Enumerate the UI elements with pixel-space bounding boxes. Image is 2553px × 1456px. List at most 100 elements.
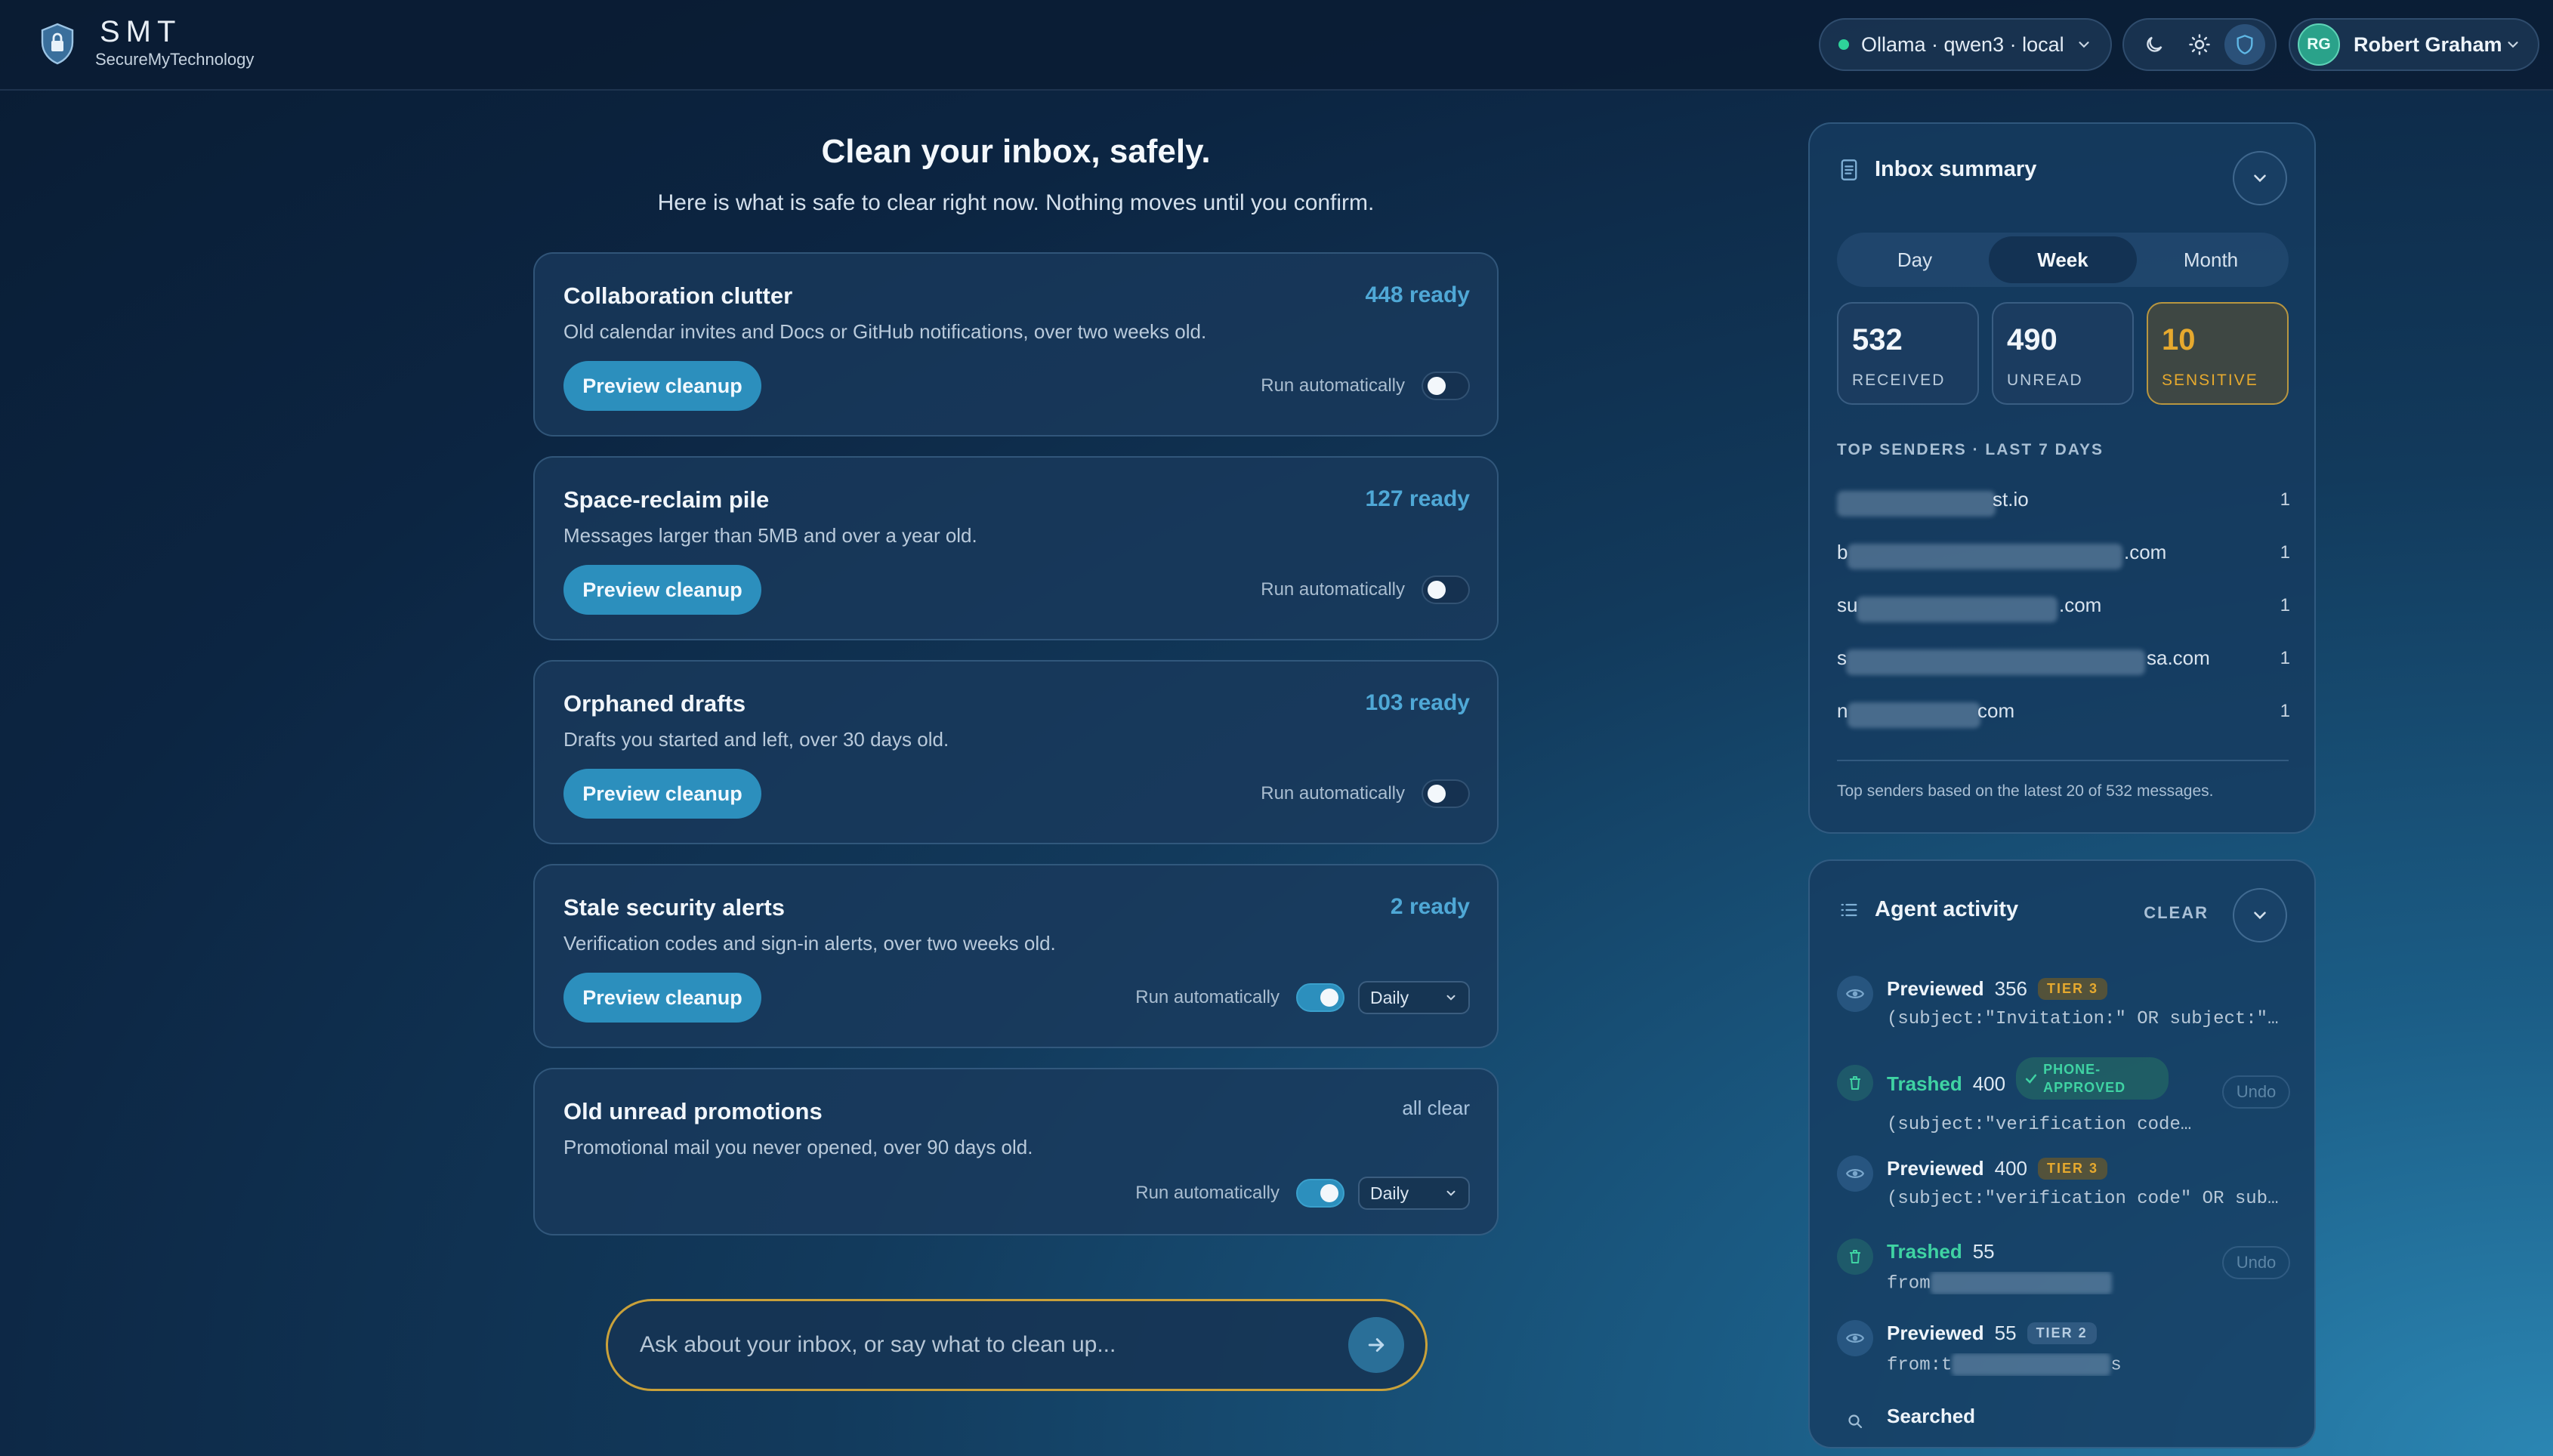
shield-lock-icon bbox=[41, 23, 74, 65]
frequency-select[interactable]: Daily bbox=[1358, 981, 1470, 1014]
activity-count: 400 bbox=[1994, 1157, 2028, 1180]
activity-count: 400 bbox=[1972, 1072, 2006, 1095]
card-description: Drafts you started and left, over 30 day… bbox=[563, 728, 949, 751]
auto-run-label: Run automatically bbox=[1135, 1183, 1280, 1203]
stat-received: 532 RECEIVED bbox=[1837, 302, 1979, 405]
preview-cleanup-button[interactable]: Preview cleanup bbox=[563, 565, 761, 615]
stat-value: 532 bbox=[1852, 323, 1903, 356]
tab-day[interactable]: Day bbox=[1841, 236, 1989, 283]
preview-cleanup-button[interactable]: Preview cleanup bbox=[563, 973, 761, 1023]
card-ready-count: 2 ready bbox=[1390, 894, 1470, 919]
user-menu[interactable]: RG Robert Graham bbox=[2289, 18, 2539, 71]
auto-run-row: Run automatically bbox=[1261, 371, 1470, 401]
stat-value: 10 bbox=[2162, 323, 2196, 356]
cleanup-card-space-reclaim: Space-reclaim pile 127 ready Messages la… bbox=[533, 456, 1499, 640]
panel-header: Agent activity bbox=[1838, 897, 2018, 922]
collapse-activity-button[interactable] bbox=[2233, 888, 2287, 942]
brand-tagline: SecureMyTechnology bbox=[95, 50, 255, 69]
eye-icon bbox=[1837, 976, 1873, 1012]
sender-domain: com bbox=[1977, 699, 2015, 722]
panel-title: Agent activity bbox=[1875, 897, 2019, 921]
sender-row[interactable]: b .com 1 bbox=[1837, 541, 2290, 571]
card-description: Verification codes and sign-in alerts, o… bbox=[563, 932, 1056, 955]
activity-query: from bbox=[1887, 1273, 1931, 1294]
preview-cleanup-button[interactable]: Preview cleanup bbox=[563, 361, 761, 411]
card-ready-count: 127 ready bbox=[1365, 486, 1470, 511]
sender-row[interactable]: st.io 1 bbox=[1837, 488, 2290, 518]
stat-sensitive[interactable]: 10 SENSITIVE bbox=[2147, 302, 2289, 405]
user-name: Robert Graham bbox=[2354, 32, 2502, 56]
sender-domain: .com bbox=[2124, 541, 2167, 563]
sender-prefix: su bbox=[1837, 594, 1858, 616]
panel-title: Inbox summary bbox=[1875, 157, 2037, 181]
auto-run-toggle[interactable] bbox=[1296, 983, 1344, 1012]
auto-run-label: Run automatically bbox=[1261, 783, 1405, 804]
auto-run-label: Run automatically bbox=[1135, 987, 1280, 1007]
period-tabs: Day Week Month bbox=[1837, 233, 2289, 287]
auto-run-toggle[interactable] bbox=[1422, 575, 1470, 604]
tab-week[interactable]: Week bbox=[1989, 236, 2137, 283]
sender-row[interactable]: su .com 1 bbox=[1837, 594, 2290, 624]
phone-approved-badge: PHONE-APPROVED bbox=[2016, 1057, 2169, 1100]
activity-query: from:t bbox=[1887, 1355, 1953, 1376]
activity-verb: Previewed bbox=[1887, 1322, 1984, 1344]
light-mode-button[interactable] bbox=[2179, 24, 2220, 65]
preview-cleanup-button[interactable]: Preview cleanup bbox=[563, 769, 761, 819]
trash-icon bbox=[1837, 1239, 1873, 1275]
sender-count: 1 bbox=[2280, 489, 2290, 510]
sender-row[interactable]: n com 1 bbox=[1837, 699, 2290, 730]
auto-run-toggle[interactable] bbox=[1296, 1179, 1344, 1208]
card-title: Space-reclaim pile bbox=[563, 486, 770, 513]
sender-count: 1 bbox=[2280, 595, 2290, 615]
send-button[interactable] bbox=[1348, 1317, 1404, 1373]
senders-footnote: Top senders based on the latest 20 of 53… bbox=[1837, 782, 2214, 800]
sender-prefix: n bbox=[1837, 699, 1848, 722]
activity-query-end: s bbox=[2110, 1355, 2122, 1376]
brand-name: SMT bbox=[100, 15, 182, 48]
activity-query: (subject:"verification code… bbox=[1887, 1115, 2192, 1135]
secure-mode-button[interactable] bbox=[2224, 24, 2265, 65]
sender-count: 1 bbox=[2280, 542, 2290, 563]
page-title: Clean your inbox, safely. bbox=[821, 133, 1211, 170]
auto-run-toggle[interactable] bbox=[1422, 372, 1470, 400]
activity-verb: Previewed bbox=[1887, 977, 1984, 1000]
card-title: Orphaned drafts bbox=[563, 690, 746, 717]
cleanup-card-orphaned-drafts: Orphaned drafts 103 ready Drafts you sta… bbox=[533, 660, 1499, 844]
activity-verb: Searched bbox=[1887, 1405, 1976, 1427]
sender-domain: .com bbox=[2059, 594, 2102, 616]
activity-query: (subject:"verification code" OR sub… bbox=[1887, 1189, 2279, 1209]
activity-query: (subject:"Invitation:" OR subject:"… bbox=[1887, 1009, 2279, 1029]
collapse-summary-button[interactable] bbox=[2233, 151, 2287, 205]
document-icon bbox=[1841, 159, 1857, 180]
tier-badge: TIER 3 bbox=[2038, 1158, 2108, 1180]
dark-mode-button[interactable] bbox=[2134, 24, 2175, 65]
activity-item: Trashed 400 PHONE-APPROVED Undo (subject… bbox=[1837, 1057, 2290, 1140]
sender-row[interactable]: s sa.com 1 bbox=[1837, 646, 2290, 677]
auto-run-label: Run automatically bbox=[1261, 579, 1405, 600]
trash-icon bbox=[1837, 1065, 1873, 1101]
eye-icon bbox=[1837, 1155, 1873, 1192]
divider bbox=[1837, 760, 2289, 761]
tab-month[interactable]: Month bbox=[2137, 236, 2285, 283]
sender-count: 1 bbox=[2280, 648, 2290, 668]
avatar: RG bbox=[2298, 23, 2340, 66]
theme-switcher bbox=[2122, 18, 2277, 71]
frequency-value: Daily bbox=[1370, 987, 1409, 1007]
badge-label: PHONE-APPROVED bbox=[2043, 1062, 2126, 1095]
activity-verb: Previewed bbox=[1887, 1157, 1984, 1180]
sender-prefix: b bbox=[1837, 541, 1848, 563]
undo-button[interactable]: Undo bbox=[2222, 1246, 2290, 1279]
activity-item: Previewed 356 TIER 3 (subject:"Invitatio… bbox=[1837, 976, 2290, 1044]
chevron-down-icon bbox=[1446, 1190, 1456, 1196]
undo-button[interactable]: Undo bbox=[2222, 1075, 2290, 1109]
moon-icon bbox=[2147, 36, 2162, 52]
auto-run-row: Run automatically bbox=[1261, 575, 1470, 605]
auto-run-row: Run automatically Daily bbox=[1135, 1177, 1470, 1210]
ask-input[interactable] bbox=[638, 1331, 1348, 1359]
frequency-select[interactable]: Daily bbox=[1358, 1177, 1470, 1210]
model-selector[interactable]: Ollama · qwen3 · local bbox=[1819, 18, 2112, 71]
clear-activity-button[interactable]: CLEAR bbox=[2144, 903, 2209, 923]
auto-run-toggle[interactable] bbox=[1422, 779, 1470, 808]
ask-bar bbox=[606, 1299, 1428, 1391]
chevron-down-icon bbox=[2254, 912, 2266, 920]
